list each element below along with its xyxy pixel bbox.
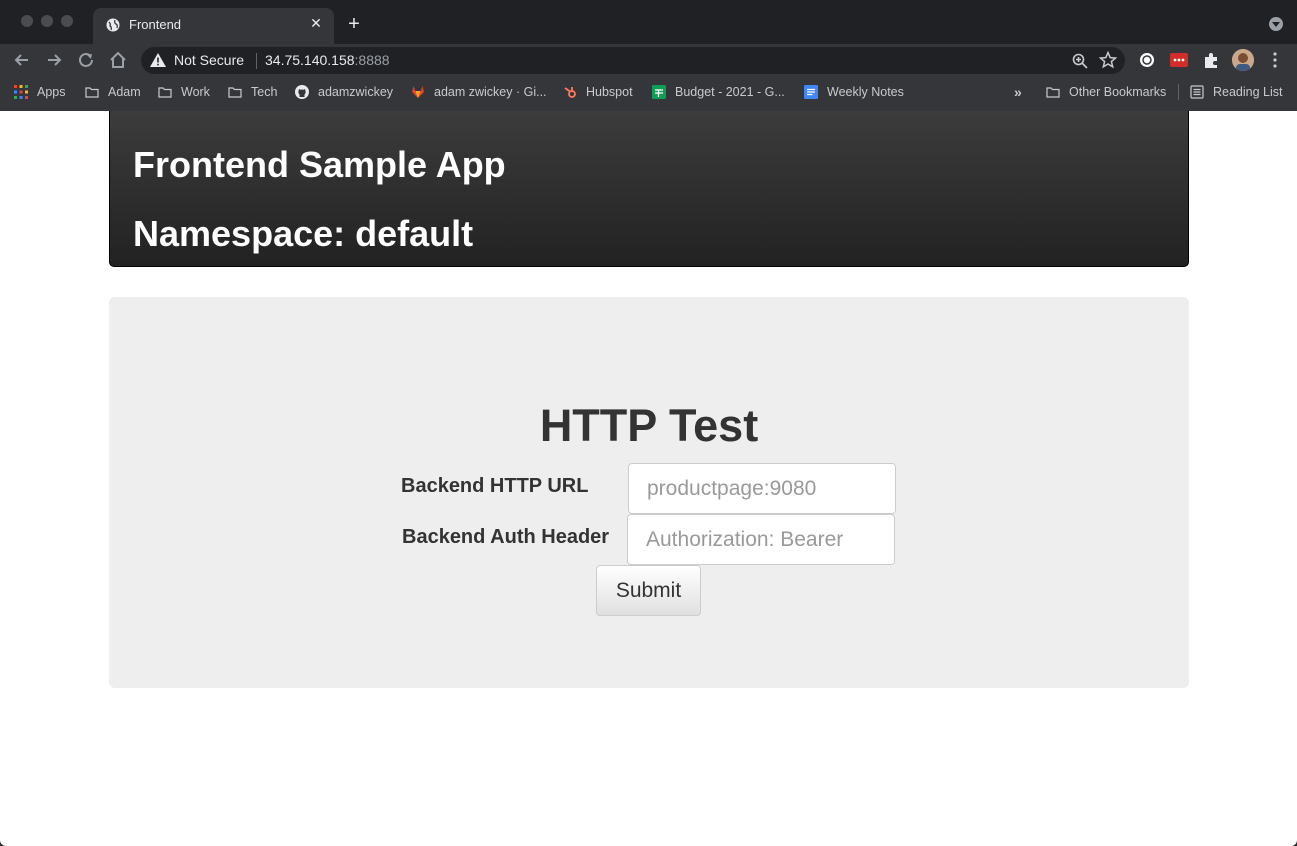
back-arrow-icon[interactable] bbox=[11, 49, 33, 71]
folder-icon bbox=[1046, 87, 1060, 98]
home-icon[interactable] bbox=[107, 49, 129, 71]
lastpass-icon[interactable] bbox=[1169, 50, 1189, 70]
extensions-puzzle-icon[interactable] bbox=[1201, 50, 1221, 70]
tab-strip: Frontend ✕ + bbox=[0, 0, 1297, 44]
reading-list-icon bbox=[1190, 85, 1204, 99]
folder-icon bbox=[228, 87, 242, 98]
profile-avatar[interactable] bbox=[1232, 49, 1254, 71]
backend-auth-input[interactable] bbox=[627, 514, 895, 565]
bookmark-label: Other Bookmarks bbox=[1069, 85, 1167, 99]
bookmark-label: Adam bbox=[108, 85, 141, 99]
bookmark-star-icon[interactable] bbox=[1099, 51, 1117, 69]
close-tab-icon[interactable]: ✕ bbox=[308, 15, 324, 31]
browser-chrome: Frontend ✕ + Not Secure 34.75.140.158:88… bbox=[0, 0, 1297, 111]
tab-frontend[interactable]: Frontend ✕ bbox=[93, 8, 334, 44]
bookmarks-divider bbox=[1178, 84, 1179, 100]
bookmarks-bar: Apps Adam Work Tech adamzwickey adam zwi… bbox=[0, 80, 1297, 104]
not-secure-label[interactable]: Not Secure bbox=[174, 52, 244, 68]
warning-icon[interactable] bbox=[150, 53, 166, 67]
bookmark-label: adamzwickey bbox=[318, 85, 394, 99]
address-divider bbox=[256, 53, 257, 69]
app-header: Frontend Sample App Namespace: default bbox=[109, 111, 1189, 267]
address-port: :8888 bbox=[354, 52, 390, 68]
bookmark-label: Budget - 2021 - G... bbox=[675, 85, 785, 99]
close-window-icon[interactable] bbox=[21, 15, 33, 27]
profile-photo-icon bbox=[1232, 49, 1254, 71]
http-test-panel: HTTP Test Backend HTTP URL Backend Auth … bbox=[109, 297, 1189, 688]
address-url[interactable]: 34.75.140.158:8888 bbox=[265, 52, 390, 68]
sheets-icon bbox=[652, 85, 666, 99]
gitlab-icon bbox=[412, 86, 424, 98]
forward-arrow-icon[interactable] bbox=[43, 49, 65, 71]
github-icon bbox=[295, 85, 309, 99]
address-bar[interactable]: Not Secure 34.75.140.158:8888 bbox=[141, 47, 1125, 74]
tab-title: Frontend bbox=[129, 17, 182, 32]
address-host: 34.75.140.158 bbox=[265, 52, 355, 68]
bookmark-label: Hubspot bbox=[586, 85, 633, 99]
zoom-window-icon[interactable] bbox=[61, 15, 73, 27]
app-title: Frontend Sample App bbox=[133, 144, 506, 185]
new-tab-button[interactable]: + bbox=[345, 14, 363, 34]
hubspot-icon bbox=[564, 87, 576, 98]
bookmark-label: Weekly Notes bbox=[827, 85, 904, 99]
zoom-icon[interactable] bbox=[1071, 52, 1089, 70]
backend-url-input[interactable] bbox=[628, 463, 896, 514]
bookmark-label: Reading List bbox=[1213, 85, 1283, 99]
bookmarks-overflow-button[interactable]: » bbox=[1014, 83, 1022, 101]
namespace-title: Namespace: default bbox=[133, 213, 474, 254]
globe-icon bbox=[106, 18, 120, 32]
bookmark-label: Apps bbox=[37, 85, 66, 99]
apps-grid-icon bbox=[14, 85, 28, 99]
docs-icon bbox=[804, 85, 818, 99]
folder-icon bbox=[85, 87, 99, 98]
bookmark-label: Tech bbox=[251, 85, 278, 99]
chrome-menu-icon[interactable] bbox=[1268, 51, 1282, 69]
bookmark-label: Work bbox=[181, 85, 210, 99]
reload-icon[interactable] bbox=[75, 49, 97, 71]
submit-button[interactable]: Submit bbox=[596, 565, 701, 616]
backend-auth-label: Backend Auth Header bbox=[402, 526, 610, 548]
http-test-heading: HTTP Test bbox=[539, 400, 759, 451]
backend-url-label: Backend HTTP URL bbox=[401, 475, 589, 497]
folder-icon bbox=[158, 87, 172, 98]
tab-search-icon[interactable] bbox=[1269, 17, 1283, 31]
page-viewport: Frontend Sample App Namespace: default H… bbox=[0, 111, 1297, 846]
minimize-window-icon[interactable] bbox=[41, 15, 53, 27]
bookmark-label: adam zwickey · Gi... bbox=[434, 85, 547, 99]
extension-circle-icon[interactable] bbox=[1137, 50, 1157, 70]
